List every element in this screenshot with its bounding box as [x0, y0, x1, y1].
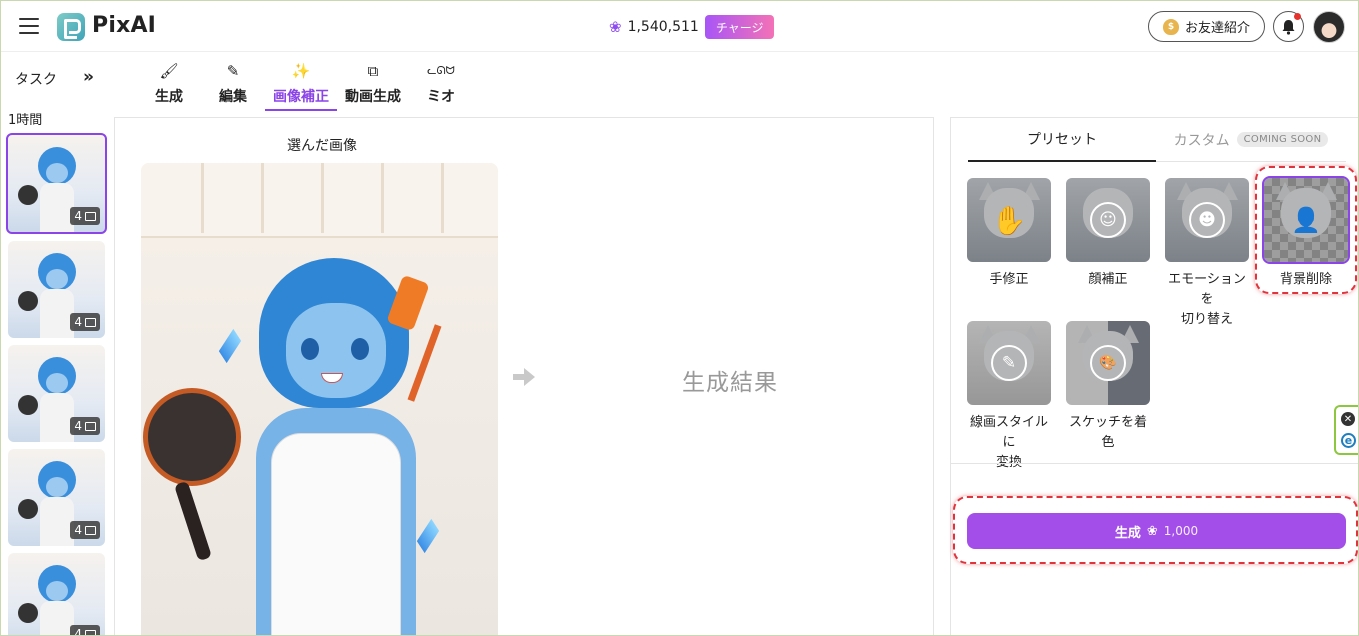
tab-label: 生成	[155, 89, 183, 105]
pencil-icon: ✎	[226, 62, 240, 80]
top-header: PixAI ❀ 1,540,511 チャージ $ お友達紹介	[1, 1, 1358, 52]
app-window: PixAI ❀ 1,540,511 チャージ $ お友達紹介 タスク » 1時間…	[0, 0, 1359, 636]
notifications-button[interactable]	[1273, 11, 1304, 42]
smiley-swap-icon: ☻	[1189, 202, 1225, 238]
image-count-badge: 4	[70, 313, 100, 331]
invite-friends-button[interactable]: $ お友達紹介	[1148, 11, 1265, 42]
smiley-icon: ☺	[1090, 202, 1126, 238]
time-group-label: 1時間	[8, 113, 43, 128]
image-icon	[85, 629, 96, 635]
image-count-badge: 4	[70, 207, 100, 225]
image-icon	[85, 421, 96, 431]
preset-label: 背景削除	[1279, 272, 1332, 287]
task-thumbnail-list: 4 4 4 4 4	[6, 133, 109, 635]
task-thumbnail[interactable]: 4	[8, 449, 105, 546]
preset-lineart-style[interactable]: ✎ 線画スタイルに 変換	[967, 321, 1051, 473]
image-count-badge: 4	[70, 521, 100, 539]
correction-settings-panel: プリセット カスタム COMING SOON ✋ 手修正 ☺ 顔補正 ☻ エモー…	[950, 117, 1358, 635]
tab-label: 編集	[219, 89, 247, 105]
image-icon	[85, 317, 96, 327]
tab-edit[interactable]: ✎ 編集	[201, 61, 265, 111]
image-count-badge: 4	[70, 417, 100, 435]
palette-icon: 🎨	[1090, 345, 1126, 381]
coming-soon-badge: COMING SOON	[1236, 132, 1329, 147]
task-thumbnail[interactable]: 4	[6, 133, 107, 234]
task-label: タスク	[15, 72, 57, 88]
extension-e-icon[interactable]: e	[1341, 433, 1356, 448]
preset-colorize-sketch[interactable]: 🎨 スケッチを着色	[1066, 321, 1150, 453]
preset-label: エモーションを 切り替え	[1168, 272, 1246, 327]
generate-cost: 1,000	[1163, 524, 1199, 538]
credit-icon: ❀	[1146, 523, 1158, 539]
tab-label: 動画生成	[345, 89, 401, 105]
tab-custom-label: カスタム	[1173, 132, 1230, 149]
result-placeholder: 生成結果	[682, 370, 778, 396]
selected-image[interactable]	[141, 163, 498, 635]
preset-label: スケッチを着色	[1068, 415, 1147, 450]
divider	[951, 463, 1358, 464]
preset-label: 手修正	[989, 272, 1029, 287]
preset-hand-fix[interactable]: ✋ 手修正	[967, 178, 1051, 290]
main-panel: 選んだ画像 生成結果	[114, 117, 934, 635]
task-thumbnail[interactable]: 4	[8, 241, 105, 338]
money-bag-icon: $	[1162, 18, 1179, 35]
tab-preset[interactable]: プリセット	[968, 118, 1156, 162]
person-remove-bg-icon: 👤	[1291, 206, 1321, 234]
tab-mio[interactable]: ᓚᘏᗢ ミオ	[409, 61, 473, 111]
pixai-logo-icon[interactable]	[57, 13, 85, 41]
logo-text[interactable]: PixAI	[92, 13, 156, 38]
image-count-badge: 4	[70, 625, 100, 635]
tab-image-correction[interactable]: ✨ 画像補正	[265, 61, 337, 111]
brush-icon: 🖌	[159, 62, 179, 80]
hand-icon: ✋	[991, 203, 1027, 237]
notification-dot	[1294, 13, 1301, 20]
credit-icon: ❀	[609, 18, 622, 36]
preset-label: 線画スタイルに 変換	[969, 415, 1048, 470]
arrow-right-icon	[513, 368, 535, 386]
close-icon[interactable]: ✕	[1341, 412, 1355, 426]
selected-image-title: 選んだ画像	[287, 138, 357, 154]
browser-extension-widget: ✕ e	[1334, 405, 1358, 455]
preset-face-fix[interactable]: ☺ 顔補正	[1066, 178, 1150, 290]
pen-line-icon: ✎	[991, 345, 1027, 381]
expand-sidebar-icon[interactable]: »	[83, 67, 94, 87]
preset-label: 顔補正	[1088, 272, 1128, 287]
tab-video-generation[interactable]: ⧉ 動画生成	[337, 61, 409, 111]
cat-face-icon: ᓚᘏᗢ	[427, 64, 455, 77]
generate-button[interactable]: 生成 ❀ 1,000	[967, 513, 1346, 549]
tab-generate[interactable]: 🖌 生成	[137, 61, 201, 111]
image-icon	[85, 211, 96, 221]
credits-display: ❀ 1,540,511 チャージ	[609, 14, 775, 40]
task-thumbnail[interactable]: 4	[8, 345, 105, 442]
video-plus-icon: ⧉	[367, 62, 379, 80]
image-icon	[85, 525, 96, 535]
invite-label: お友達紹介	[1184, 21, 1250, 36]
user-avatar[interactable]	[1313, 11, 1345, 43]
tab-label: ミオ	[427, 89, 455, 105]
preset-remove-background[interactable]: 👤 背景削除	[1262, 176, 1350, 290]
generate-label: 生成	[1114, 525, 1141, 541]
tab-label: 画像補正	[273, 89, 329, 105]
magic-wand-icon: ✨	[291, 62, 311, 80]
charge-button[interactable]: チャージ	[704, 15, 775, 39]
bell-icon	[1282, 19, 1295, 35]
menu-icon[interactable]	[19, 18, 39, 34]
task-thumbnail[interactable]: 4	[8, 553, 105, 635]
tab-custom[interactable]: カスタム COMING SOON	[1156, 118, 1346, 162]
credit-amount: 1,540,511	[627, 19, 699, 35]
mode-tabs: 🖌 生成 ✎ 編集 ✨ 画像補正 ⧉ 動画生成 ᓚᘏᗢ ミオ	[137, 61, 473, 111]
preset-switch-emotion[interactable]: ☻ エモーションを 切り替え	[1165, 178, 1249, 330]
